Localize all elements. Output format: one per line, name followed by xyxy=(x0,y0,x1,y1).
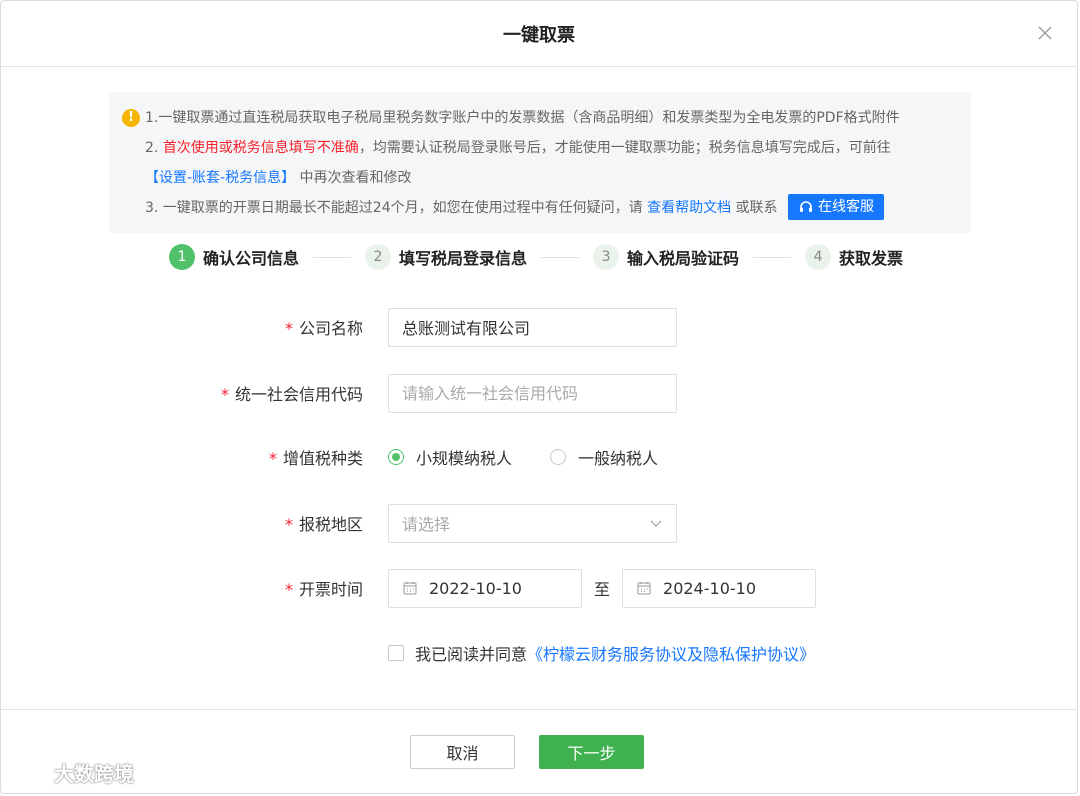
step-number: 3 xyxy=(593,244,620,270)
step-3: 3 输入税局验证码 xyxy=(593,244,739,270)
tax-settings-link[interactable]: 【设置-账套-税务信息】 xyxy=(145,170,295,186)
credit-code-input[interactable] xyxy=(388,373,677,413)
radio-indicator xyxy=(550,449,567,465)
step-label: 确认公司信息 xyxy=(203,249,300,268)
cancel-button[interactable]: 取消 xyxy=(410,735,515,769)
calendar-icon xyxy=(637,582,651,595)
step-connector xyxy=(313,256,352,258)
region-row: * 报税地区 请选择 xyxy=(1,503,1077,543)
step-label: 输入税局验证码 xyxy=(627,249,740,268)
step-1: 1 确认公司信息 xyxy=(169,244,299,270)
notice-line-4: 3. 一键取票的开票日期最长不能超过24个月，如您在使用过程中有任何疑问，请 查… xyxy=(145,193,971,223)
step-number: 4 xyxy=(805,244,832,270)
online-service-button[interactable]: 在线客服 xyxy=(787,194,884,220)
chevron-down-icon xyxy=(650,520,662,527)
calendar-icon xyxy=(403,582,417,595)
help-doc-link[interactable]: 查看帮助文档 xyxy=(647,200,731,216)
notice-line-1: 1.一键取票通过直连税局获取电子税局里税务数字账户中的发票数据（含商品明细）和发… xyxy=(145,110,900,126)
notice-line-3: 【设置-账套-税务信息】 中再次查看和修改 xyxy=(145,170,412,186)
agreement-text: 我已阅读并同意 xyxy=(415,645,528,664)
radio-small-scale[interactable]: 小规模纳税人 xyxy=(388,445,512,469)
notice-warning-text: 首次使用或税务信息填写不准确 xyxy=(162,140,359,156)
watermark-logo-icon xyxy=(9,762,50,784)
step-label: 填写税局登录信息 xyxy=(399,249,528,268)
step-number: 1 xyxy=(169,244,195,270)
region-label: * 报税地区 xyxy=(284,515,363,534)
region-select[interactable]: 请选择 xyxy=(388,503,677,543)
watermark: 大数跨境 xyxy=(8,758,134,787)
dialog-footer: 取消 下一步 xyxy=(1,709,1077,795)
start-date-input[interactable]: 2022-10-10 xyxy=(388,568,582,608)
invoice-time-label: * 开票时间 xyxy=(284,580,363,599)
date-separator: 至 xyxy=(594,580,611,599)
notice-line-2: 2. 首次使用或税务信息填写不准确，均需要认证税局登录账号后，才能使用一键取票功… xyxy=(145,140,891,156)
step-connector xyxy=(753,256,792,258)
company-name-label: * 公司名称 xyxy=(284,319,363,338)
watermark-text: 大数跨境 xyxy=(54,762,134,786)
vat-type-row: * 增值税种类 小规模纳税人 一般纳税人 xyxy=(1,437,1077,477)
headset-icon xyxy=(799,201,812,212)
radio-indicator xyxy=(388,449,404,465)
radio-general[interactable]: 一般纳税人 xyxy=(550,445,658,469)
agreement-link[interactable]: 《柠檬云财务服务协议及隐私保护协议》 xyxy=(527,641,815,665)
step-connector xyxy=(541,256,580,258)
close-icon[interactable] xyxy=(1035,23,1055,43)
step-2: 2 填写税局登录信息 xyxy=(365,244,527,270)
company-name-row: * 公司名称 xyxy=(1,307,1077,347)
credit-code-label: * 统一社会信用代码 xyxy=(220,385,363,404)
step-indicator: 1 确认公司信息 2 填写税局登录信息 3 输入税局验证码 4 获取发票 xyxy=(169,244,903,270)
company-name-input[interactable] xyxy=(388,307,677,347)
dialog-title: 一键取票 xyxy=(503,24,575,46)
warning-icon: ! xyxy=(122,109,140,127)
step-4: 4 获取发票 xyxy=(805,244,903,270)
agreement-row: 我已阅读并同意 《柠檬云财务服务协议及隐私保护协议》 xyxy=(388,641,815,665)
invoice-time-row: * 开票时间 2022-10-10 至 2024-10-10 xyxy=(1,568,1077,608)
agreement-checkbox[interactable] xyxy=(388,645,404,661)
one-click-invoice-dialog: 一键取票 ! 1.一键取票通过直连税局获取电子税局里税务数字账户中的发票数据（含… xyxy=(0,0,1078,794)
notice-box: ! 1.一键取票通过直连税局获取电子税局里税务数字账户中的发票数据（含商品明细）… xyxy=(109,92,971,233)
step-number: 2 xyxy=(365,244,392,270)
dialog-header: 一键取票 xyxy=(1,1,1077,67)
vat-type-label: * 增值税种类 xyxy=(268,449,363,468)
credit-code-row: * 统一社会信用代码 xyxy=(1,373,1077,413)
next-step-button[interactable]: 下一步 xyxy=(539,735,644,769)
step-label: 获取发票 xyxy=(839,249,904,268)
end-date-input[interactable]: 2024-10-10 xyxy=(622,568,817,608)
